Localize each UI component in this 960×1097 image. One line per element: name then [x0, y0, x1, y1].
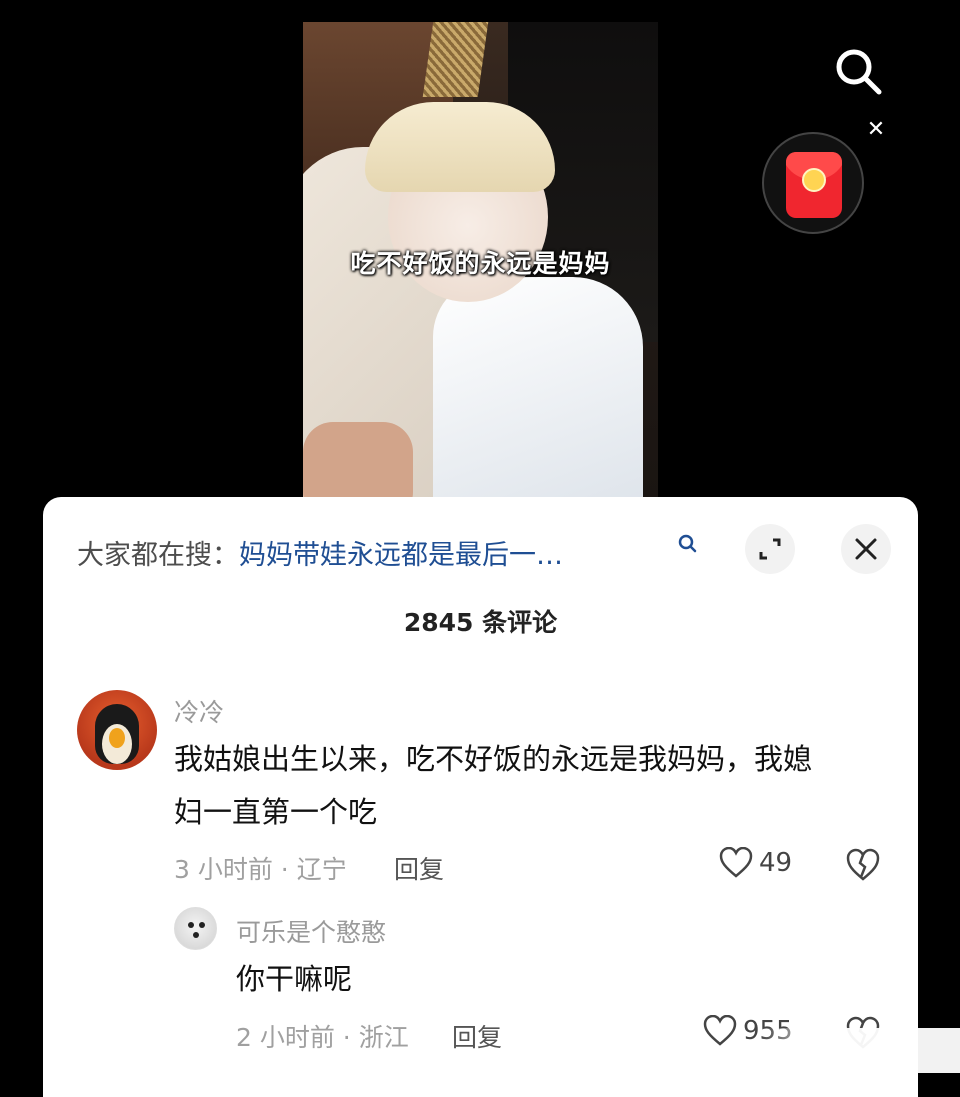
red-packet-close-icon[interactable]: ✕ — [864, 118, 888, 142]
broken-heart-icon — [846, 848, 880, 881]
reply-button[interactable]: 回复 — [394, 850, 444, 886]
like-count: 49 — [759, 848, 793, 878]
video-baby-cap — [365, 102, 555, 192]
comment-text: 你干嘛呢 — [236, 962, 353, 996]
watermark-fade — [760, 1028, 960, 1073]
hot-search-prefix: 大家都在搜： — [77, 540, 239, 571]
close-comments-button[interactable] — [841, 524, 891, 574]
video-sleeve — [303, 422, 413, 502]
video-player[interactable]: 吃不好饭的永远是妈妈 — [303, 22, 658, 502]
avatar-eye — [199, 922, 205, 928]
search-button[interactable] — [832, 45, 886, 99]
search-icon[interactable] — [677, 533, 699, 555]
expand-button[interactable] — [745, 524, 795, 574]
red-packet-button[interactable] — [762, 132, 864, 234]
heart-icon — [719, 847, 753, 878]
comment-username[interactable]: 可乐是个憨憨 — [236, 913, 386, 949]
avatar[interactable] — [174, 907, 217, 950]
heart-icon — [703, 1015, 737, 1046]
video-baby-clothes — [433, 277, 643, 502]
avatar-penguin-beak — [109, 728, 125, 748]
comment-text-line-2: 妇一直第一个吃 — [174, 795, 378, 829]
red-packet-coin — [802, 168, 826, 192]
comment-meta: 3 小时前 · 辽宁 — [174, 855, 347, 884]
video-caption: 吃不好饭的永远是妈妈 — [350, 249, 611, 278]
dislike-button[interactable] — [845, 848, 881, 882]
hot-search-link[interactable]: 大家都在搜：妈妈带娃永远都是最后一… — [77, 533, 563, 572]
comment-username[interactable]: 冷冷 — [174, 693, 224, 729]
comments-panel: 大家都在搜：妈妈带娃永远都是最后一… 2845 条评论 冷冷 我姑娘出生以来，吃… — [43, 497, 918, 1097]
avatar-nose — [193, 932, 199, 938]
reply-button[interactable]: 回复 — [452, 1018, 502, 1054]
expand-icon — [759, 538, 781, 560]
comment-meta: 2 小时前 · 浙江 — [236, 1023, 409, 1052]
red-packet-icon — [786, 152, 842, 218]
search-icon — [836, 49, 882, 95]
video-background-grille — [422, 22, 489, 97]
close-icon — [855, 538, 877, 560]
avatar[interactable] — [77, 690, 157, 770]
avatar-eye — [188, 922, 194, 928]
comment-text-line-1: 我姑娘出生以来，吃不好饭的永远是我妈妈，我媳 — [174, 742, 813, 776]
like-button[interactable]: 49 — [719, 847, 792, 879]
hot-search-term: 妈妈带娃永远都是最后一… — [239, 540, 563, 571]
comment-count: 2845 条评论 — [403, 608, 558, 637]
